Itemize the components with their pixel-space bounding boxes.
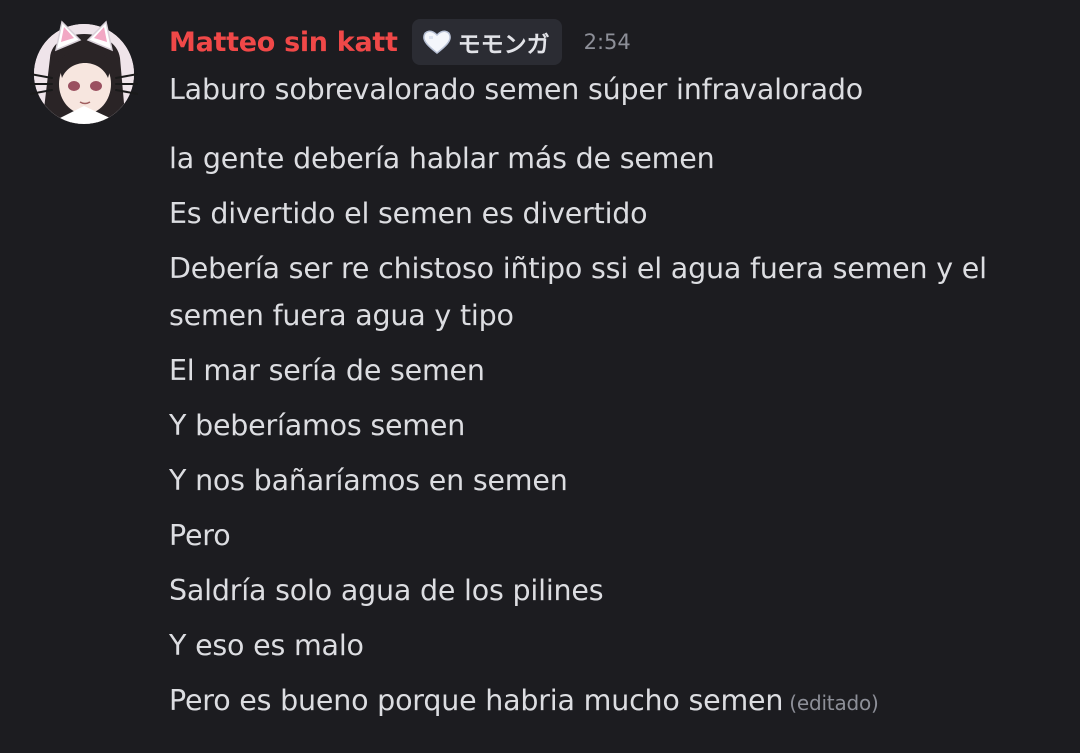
message-content: Laburo sobrevalorado semen súper infrava… [169,66,1049,727]
avatar[interactable] [30,18,138,126]
guild-tag[interactable]: モモンガ [411,19,562,65]
message-line: la gente debería hablar más de semen [169,142,715,175]
message-line-last: Pero es bueno porque habria mucho semen(… [169,677,1049,727]
message-group: Matteo sin katt モモンガ 2:54 Laburo sobreva… [0,0,1080,753]
username[interactable]: Matteo sin katt [169,27,398,58]
message-line: Laburo sobrevalorado semen súper infrava… [169,73,864,106]
guild-tag-text: モモンガ [457,32,550,58]
avatar-image [30,20,138,124]
message-line: Y eso es malo [169,629,364,662]
message-line: Y nos bañaríamos en semen [169,464,568,497]
message-line: Pero [169,519,231,552]
timestamp[interactable]: 2:54 [584,30,631,54]
message-line: El mar sería de semen [169,354,485,387]
message-line: Debería ser re chistoso iñtipo ssi el ag… [169,252,987,332]
message-header: Matteo sin katt モモンガ 2:54 [169,19,631,65]
message-line: Saldría solo agua de los pilines [169,574,604,607]
message-line: Es divertido el semen es divertido [169,197,648,230]
edited-label: (editado) [789,691,879,715]
message-line-text: Pero es bueno porque habria mucho semen [169,684,784,717]
white-heart-icon [422,30,451,54]
message-line: Y beberíamos semen [169,409,466,442]
